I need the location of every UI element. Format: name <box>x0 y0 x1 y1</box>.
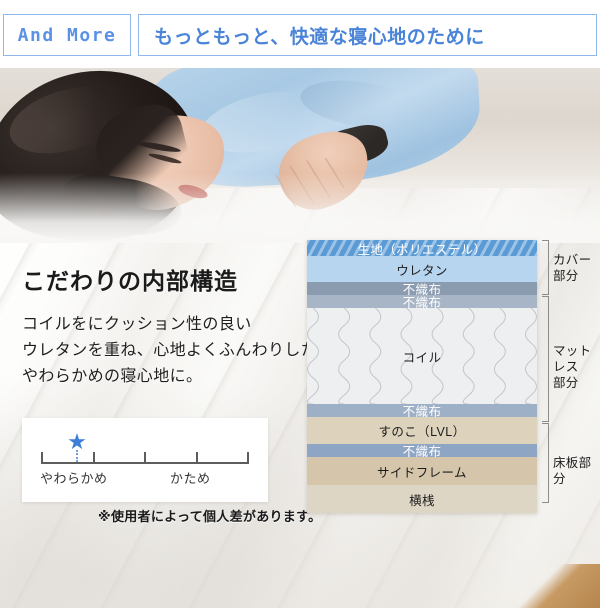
firmness-scale-card: ★ やわらかめ かため <box>22 418 268 502</box>
firmness-firm-label: かため <box>170 471 211 486</box>
body-line: コイルをにクッション性の良い <box>22 316 252 333</box>
diagram-layer: ウレタン <box>307 256 537 282</box>
firmness-tick <box>92 452 95 464</box>
diagram-bracket-label: マットレス 部分 <box>553 344 592 390</box>
diagram-layer: サイドフレーム <box>307 457 537 485</box>
firmness-tick <box>41 452 43 464</box>
firmness-tick <box>195 452 198 464</box>
diagram-layer-label: 不織布 <box>402 405 442 417</box>
firmness-soft-label: やわらかめ <box>40 471 108 486</box>
headline-banner: もっともっと、快適な寝心地のために <box>138 14 597 56</box>
diagram-layer-label: 生地（ポリエステル） <box>357 242 487 257</box>
diagram-layer: 不織布 <box>307 282 537 295</box>
section-heading: こだわりの内部構造 <box>22 268 238 294</box>
body-line: ウレタンを重ね、心地よくふんわりした <box>22 342 318 359</box>
mattress-layer-diagram: 生地（ポリエステル） ウレタン 不織布 不織布 コイル 不織布 すのこ（LVL） 不織布 サイド… <box>307 240 537 513</box>
firmness-tick <box>247 452 249 464</box>
body-line: やわらかめの寝心地に。 <box>22 368 203 385</box>
firmness-tick <box>144 452 146 464</box>
diagram-layer: 生地（ポリエステル） <box>307 240 537 256</box>
photo-fade-overlay <box>0 173 600 243</box>
diagram-layer: すのこ（LVL） <box>307 417 537 444</box>
diagram-bracket <box>542 423 549 503</box>
diagram-layer-label: サイドフレーム <box>377 465 467 480</box>
and-more-badge: And More <box>3 14 131 56</box>
diagram-bracket-label: 床板部分 <box>553 456 592 486</box>
firmness-disclaimer: ※使用者によって個人差があります。 <box>98 509 322 524</box>
and-more-badge-label: And More <box>17 24 117 46</box>
diagram-layer: 不織布 <box>307 444 537 457</box>
diagram-layer-label: 横桟 <box>409 493 435 508</box>
headline-text: もっともっと、快適な寝心地のために <box>154 26 485 48</box>
wood-floor-corner <box>510 564 600 608</box>
star-icon: ★ <box>67 429 87 454</box>
diagram-layer: 不織布 <box>307 404 537 417</box>
diagram-layer-label: すのこ（LVL） <box>378 425 466 439</box>
diagram-bracket-label: カバー 部分 <box>553 252 592 283</box>
diagram-layer-label: コイル <box>402 350 442 365</box>
diagram-bracket <box>542 296 549 422</box>
diagram-layer: 横桟 <box>307 485 537 513</box>
page-header: And More もっともっと、快適な寝心地のために <box>0 0 600 70</box>
diagram-layer-label: ウレタン <box>396 263 448 278</box>
diagram-layer: コイル <box>307 308 537 404</box>
diagram-layer-label: 不織布 <box>402 296 442 308</box>
section-body-text: コイルをにクッション性の良い ウレタンを重ね、心地よくふんわりした やわらかめの… <box>22 312 318 390</box>
diagram-layer: 不織布 <box>307 295 537 308</box>
hero-photo <box>0 68 600 243</box>
diagram-layer-label: 不織布 <box>402 283 442 295</box>
diagram-bracket <box>542 240 549 295</box>
diagram-layer-label: 不織布 <box>402 445 442 457</box>
